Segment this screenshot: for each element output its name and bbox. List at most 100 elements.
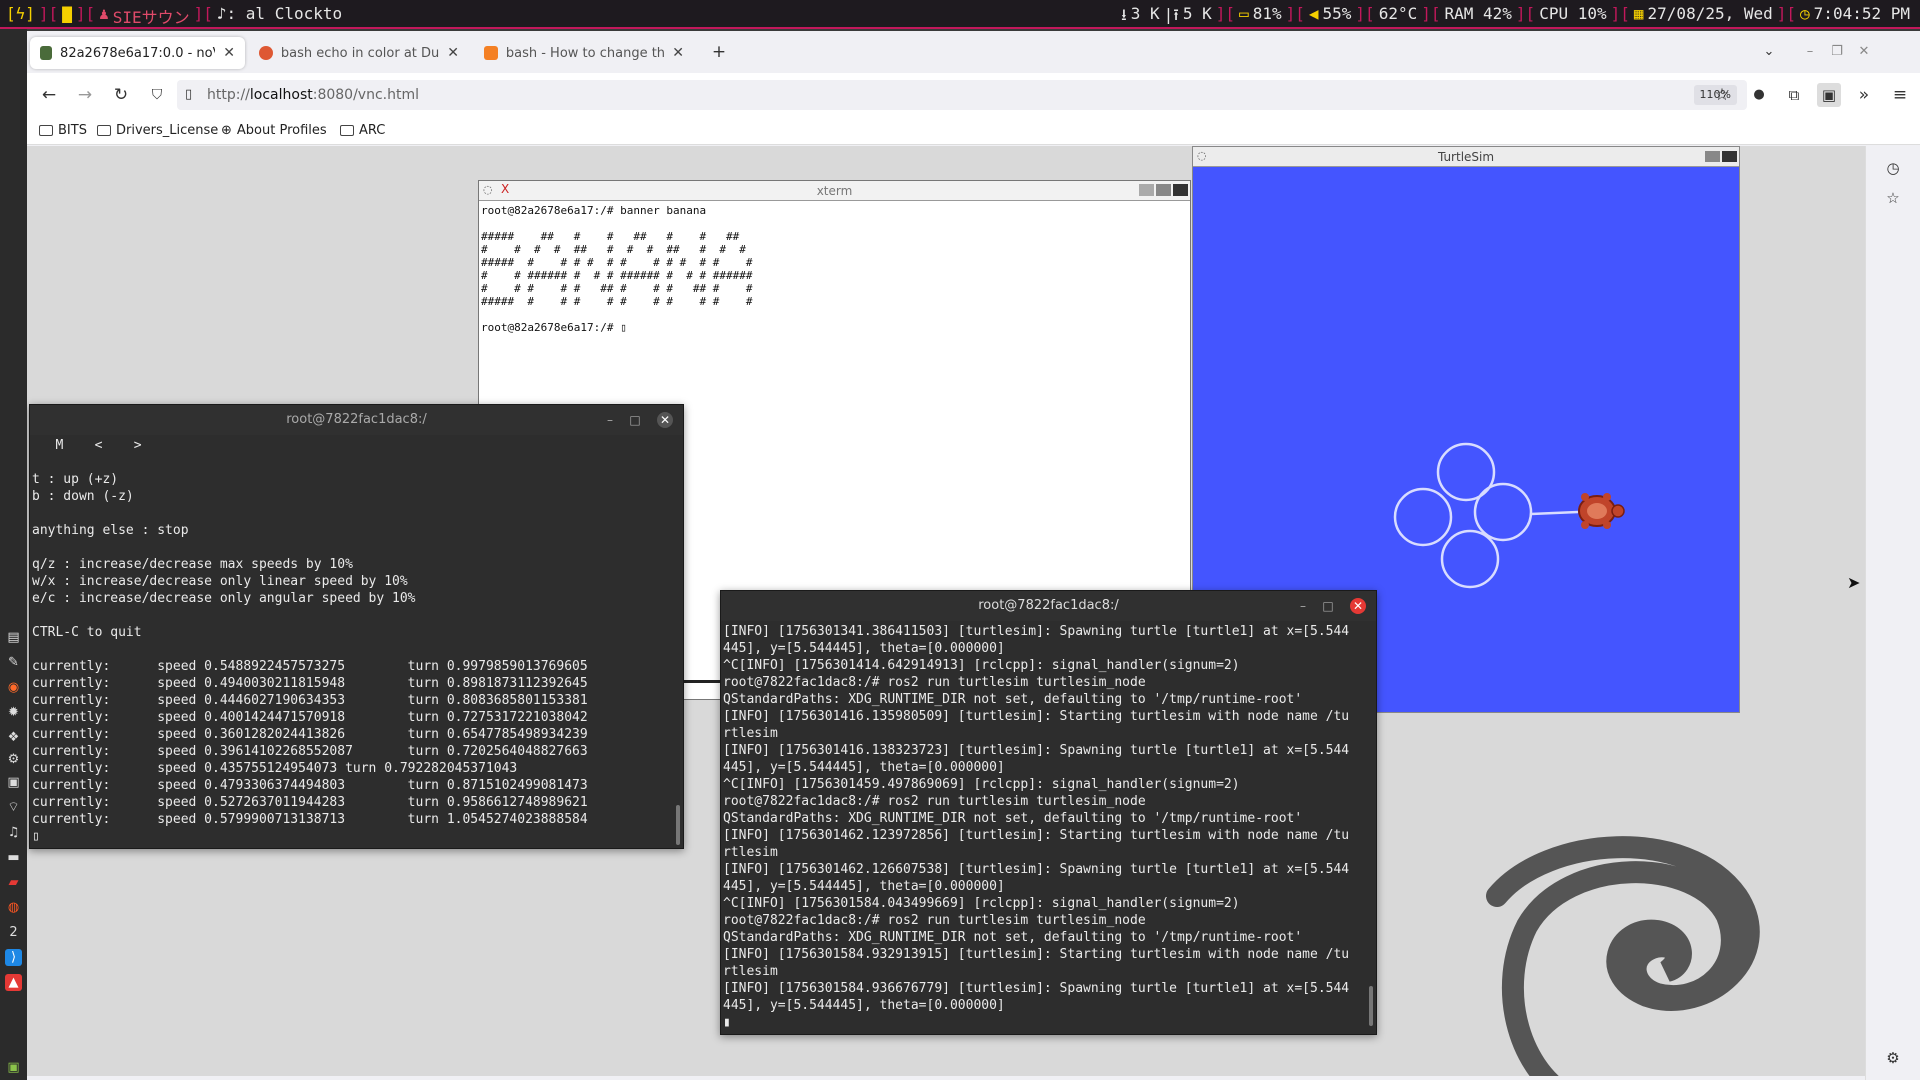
photos-icon[interactable]: ▲ xyxy=(5,974,22,991)
minimize-button[interactable] xyxy=(1139,184,1154,196)
bookmark-about-profiles[interactable]: ⊕ About Profiles xyxy=(221,123,327,138)
terminal-line: w/x : increase/decrease only linear spee… xyxy=(32,574,408,589)
folder-icon xyxy=(340,125,354,136)
volume-icon[interactable]: ◀ xyxy=(1309,4,1319,27)
dropbox-icon[interactable]: ❖ xyxy=(5,729,22,746)
folder-icon xyxy=(39,125,53,136)
sysbar-separator: ][ xyxy=(38,4,59,23)
bookmark-drivers-license[interactable]: Drivers_License xyxy=(97,123,218,138)
notes-icon[interactable]: ✎ xyxy=(5,654,22,671)
turtle-sprite xyxy=(1578,493,1625,529)
record-icon[interactable]: ◉ xyxy=(5,679,22,696)
xterm-window-buttons[interactable] xyxy=(1139,184,1188,196)
menu-icon[interactable]: ≡ xyxy=(1888,83,1912,107)
brightness-icon[interactable]: ✹ xyxy=(5,704,22,721)
disk-icon[interactable]: ▣ xyxy=(5,774,22,791)
navigation-bar: ← → ↻ ⛉ ▯ http://localhost:8080/vnc.html… xyxy=(27,73,1920,117)
xterm-output[interactable]: root@82a2678e6a17:/# banner banana #####… xyxy=(479,201,1190,337)
close-tab-icon[interactable]: ✕ xyxy=(672,45,684,61)
wifi-icon[interactable]: ⌔ xyxy=(5,799,22,816)
sysbar-separator: ][ xyxy=(1215,4,1236,23)
clipboard-icon[interactable]: ▤ xyxy=(5,629,22,646)
workspace-indicator[interactable]: [ϟ] xyxy=(6,4,35,27)
mint-menu-icon[interactable]: ▣ xyxy=(5,1059,22,1076)
minimize-button[interactable]: – xyxy=(1295,598,1311,614)
bookmark-label: ARC xyxy=(359,123,386,138)
more-tools-icon[interactable]: » xyxy=(1852,83,1876,107)
music-icon[interactable]: ♫ xyxy=(5,824,22,841)
teleop-terminal-window[interactable]: root@7822fac1dac8:/ – □ ✕ M < > t : up (… xyxy=(29,404,684,849)
terminal-line: ^C[INFO] [1756301459.497869069] [rclcpp]… xyxy=(723,777,1240,792)
terminal-line: [INFO] [1756301584.936676779] [turtlesim… xyxy=(723,981,1350,996)
close-button[interactable]: ✕ xyxy=(657,412,673,428)
terminal-line: e/c : increase/decrease only angular spe… xyxy=(32,591,416,606)
terminal-scrollbar[interactable] xyxy=(1369,986,1373,1026)
terminal-title: root@7822fac1dac8:/ xyxy=(978,598,1119,613)
new-tab-button[interactable]: + xyxy=(707,40,731,64)
tab-list-chevron-icon[interactable]: ⌄ xyxy=(1757,40,1781,64)
sidebar-toggle-icon[interactable]: ▣ xyxy=(1817,83,1841,107)
minimize-button[interactable]: – xyxy=(602,412,618,428)
turtlesim-terminal-window[interactable]: root@7822fac1dac8:/ – □ ✕ [INFO] [175630… xyxy=(720,590,1377,1035)
xterm-titlebar[interactable]: ◌ Ⅹ xterm xyxy=(479,181,1190,201)
terminal-title: root@7822fac1dac8:/ xyxy=(286,412,427,427)
terminal-line: rtlesim xyxy=(723,726,778,741)
terminal-titlebar[interactable]: root@7822fac1dac8:/ – □ ✕ xyxy=(30,405,683,435)
folder-icon[interactable]: ▇ xyxy=(62,4,72,27)
close-tab-icon[interactable]: ✕ xyxy=(447,45,459,61)
terminal-line: [INFO] [1756301462.126607538] [turtlesim… xyxy=(723,862,1350,877)
terminal-line: QStandardPaths: XDG_RUNTIME_DIR not set,… xyxy=(723,811,1303,826)
turtlesim-window-buttons[interactable] xyxy=(1705,151,1737,162)
bookmark-star-icon[interactable]: ☆ xyxy=(1710,83,1734,107)
vscode-icon[interactable]: ⟩ xyxy=(5,949,22,966)
minimize-button[interactable] xyxy=(1705,151,1720,162)
maximize-button[interactable]: □ xyxy=(1320,598,1336,614)
keyboard-icon[interactable]: ▬ xyxy=(5,849,22,866)
vnc-remote-desktop[interactable]: ◌ Ⅹ xterm root@82a2678e6a17:/# banner ba… xyxy=(27,146,1865,1076)
tab-stackoverflow[interactable]: bash - How to change the o ✕ xyxy=(474,37,694,69)
url-bar[interactable]: ▯ http://localhost:8080/vnc.html 110% xyxy=(177,80,1747,110)
bookmarks-star-icon[interactable]: ☆ xyxy=(1881,186,1905,210)
shield-icon[interactable]: ⛉ xyxy=(145,83,169,107)
terminal-line: currently: speed 0.4446027190634353 turn… xyxy=(32,693,588,708)
steam-icon[interactable]: ⚙ xyxy=(5,751,22,768)
history-icon[interactable]: ◷ xyxy=(1881,156,1905,180)
close-button[interactable]: ✕ xyxy=(1350,598,1366,614)
forward-button[interactable]: → xyxy=(73,83,97,107)
volume-level[interactable]: 55% xyxy=(1323,4,1352,27)
minimize-button[interactable]: – xyxy=(1798,40,1822,64)
settings-gear-icon[interactable]: ⚙ xyxy=(1881,1046,1905,1070)
tab-novnc[interactable]: 82a2678e6a17:0.0 - noVNC ✕ xyxy=(30,37,245,69)
reload-button[interactable]: ↻ xyxy=(109,83,133,107)
sysbar-separator: ][ xyxy=(75,4,96,23)
close-button[interactable] xyxy=(1722,151,1737,162)
terminal-line: 445], y=[5.544445], theta=[0.000000] xyxy=(723,998,1005,1013)
extensions-puzzle-icon[interactable]: ⧉ xyxy=(1782,83,1806,107)
close-tab-icon[interactable]: ✕ xyxy=(223,45,235,61)
maximize-button[interactable]: □ xyxy=(627,412,643,428)
now-playing-label[interactable]: ♪: al Clockto xyxy=(217,4,342,27)
terminal-line: M < > xyxy=(32,438,142,453)
terminal-scrollbar[interactable] xyxy=(676,805,680,845)
close-button[interactable] xyxy=(1173,184,1188,196)
time[interactable]: 7:04:52 PM xyxy=(1814,4,1910,27)
terminal-output[interactable]: M < > t : up (+z) b : down (-z) anything … xyxy=(30,435,683,847)
turtlesim-titlebar[interactable]: ◌ TurtleSim xyxy=(1193,147,1739,167)
bookmark-bits[interactable]: BITS xyxy=(39,123,87,138)
terminal-output[interactable]: [INFO] [1756301341.386411503] [turtlesim… xyxy=(721,621,1376,1033)
bookmark-arc[interactable]: ARC xyxy=(340,123,385,138)
tab-duckduckgo[interactable]: bash echo in color at DuckD ✕ xyxy=(249,37,469,69)
terminal-line: root@7822fac1dac8:/# ros2 run turtlesim … xyxy=(723,913,1146,928)
back-button[interactable]: ← xyxy=(37,83,61,107)
extension-s-icon[interactable]: ● xyxy=(1747,83,1771,107)
terminal-titlebar[interactable]: root@7822fac1dac8:/ – □ ✕ xyxy=(721,591,1376,621)
files-icon[interactable]: ▰ xyxy=(5,874,22,891)
workspace-2-icon[interactable]: 2 xyxy=(5,924,22,941)
sysbar-separator: ][ xyxy=(1355,4,1375,23)
close-window-button[interactable]: ✕ xyxy=(1852,40,1876,64)
date[interactable]: 27/08/25, Wed xyxy=(1648,4,1773,27)
ubuntu-icon[interactable]: ◍ xyxy=(5,899,22,916)
maximize-button[interactable]: ❐ xyxy=(1825,40,1849,64)
stackoverflow-favicon xyxy=(484,46,498,60)
maximize-button[interactable] xyxy=(1156,184,1171,196)
